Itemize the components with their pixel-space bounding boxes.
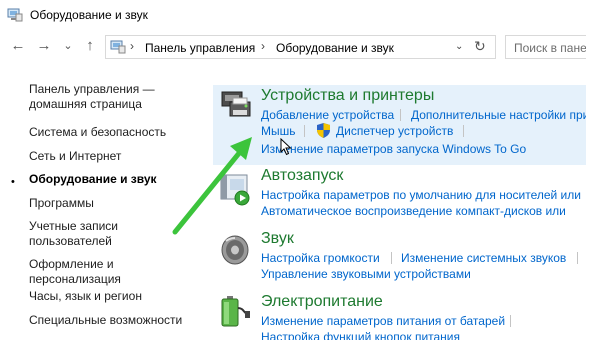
link-power-buttons[interactable]: Настройка функций кнопок питания bbox=[261, 330, 460, 340]
battery-icon bbox=[221, 296, 250, 327]
link-mouse[interactable]: Мышь bbox=[261, 124, 296, 138]
sidebar-item-hardware: Оборудование и звук bbox=[29, 172, 157, 186]
search-placeholder: Поиск в панели bbox=[514, 41, 586, 55]
recent-locations-button[interactable]: ⌄ bbox=[58, 36, 78, 56]
navigation-bar: ← → ⌄ ↑ › Панель управления › Оборудован… bbox=[0, 32, 586, 62]
sidebar-item-clock-region[interactable]: Часы, язык и регион bbox=[29, 289, 142, 304]
forward-button[interactable]: → bbox=[34, 36, 54, 56]
up-button[interactable]: ↑ bbox=[80, 36, 100, 56]
link-windows-to-go[interactable]: Изменение параметров запуска Windows To … bbox=[261, 142, 526, 156]
torn-edge bbox=[0, 340, 599, 346]
mouse-cursor-icon bbox=[280, 138, 292, 156]
sidebar-item-security[interactable]: Система и безопасность bbox=[29, 125, 166, 140]
sidebar-item-programs[interactable]: Программы bbox=[29, 196, 94, 211]
link-add-device[interactable]: Добавление устройства bbox=[261, 108, 394, 122]
sidebar-item-home[interactable]: Панель управления — bbox=[29, 82, 155, 97]
link-system-sounds[interactable]: Изменение системных звуков bbox=[401, 251, 566, 265]
breadcrumb-hardware-sound[interactable]: Оборудование и звук bbox=[276, 41, 394, 55]
address-dropdown-button[interactable]: ⌄ bbox=[455, 41, 463, 52]
category-title-power[interactable]: Электропитание bbox=[261, 293, 383, 311]
breadcrumb-separator: › bbox=[130, 39, 134, 53]
category-title-devices[interactable]: Устройства и принтеры bbox=[261, 87, 434, 105]
control-panel-icon bbox=[110, 40, 126, 54]
address-bar[interactable]: › Панель управления › Оборудование и зву… bbox=[105, 35, 496, 59]
link-separator bbox=[510, 315, 511, 327]
link-separator bbox=[577, 252, 578, 264]
title-bar: Оборудование и звук bbox=[0, 0, 586, 30]
control-panel-window: Оборудование и звук ← → ⌄ ↑ › Панель упр… bbox=[0, 0, 586, 340]
sidebar-item-accounts[interactable]: Учетные записи bbox=[29, 219, 118, 234]
category-title-autoplay[interactable]: Автозапуск bbox=[261, 167, 343, 185]
sidebar-item-accessibility[interactable]: Специальные возможности bbox=[29, 313, 182, 328]
torn-edge bbox=[586, 0, 599, 346]
breadcrumb-control-panel[interactable]: Панель управления bbox=[145, 41, 255, 55]
link-advanced-printer[interactable]: Дополнительные настройки при bbox=[411, 108, 586, 122]
active-bullet: • bbox=[11, 176, 15, 188]
speaker-icon bbox=[221, 235, 249, 265]
shield-icon bbox=[317, 123, 330, 138]
link-autoplay-defaults[interactable]: Настройка параметров по умолчанию для но… bbox=[261, 188, 581, 202]
sidebar-item-home[interactable]: домашняя страница bbox=[29, 97, 142, 112]
link-volume[interactable]: Настройка громкости bbox=[261, 251, 380, 265]
link-autoplay-cd[interactable]: Автоматическое воспроизведение компакт-д… bbox=[261, 204, 566, 218]
control-panel-icon bbox=[7, 8, 23, 22]
breadcrumb-separator: › bbox=[261, 39, 265, 53]
window-title: Оборудование и звук bbox=[30, 8, 148, 22]
refresh-button[interactable]: ↻ bbox=[474, 38, 486, 55]
link-separator bbox=[400, 109, 401, 121]
sidebar-item-appearance[interactable]: Оформление и bbox=[29, 257, 114, 272]
search-input[interactable]: Поиск в панели bbox=[505, 35, 586, 59]
link-separator bbox=[304, 125, 305, 137]
sidebar-item-network[interactable]: Сеть и Интернет bbox=[29, 149, 121, 164]
sidebar-item-accounts[interactable]: пользователей bbox=[29, 234, 112, 249]
category-title-sound[interactable]: Звук bbox=[261, 230, 294, 248]
autoplay-icon bbox=[220, 174, 250, 206]
link-separator bbox=[463, 125, 464, 137]
sidebar-item-appearance[interactable]: персонализация bbox=[29, 272, 121, 287]
link-device-manager[interactable]: Диспетчер устройств bbox=[336, 124, 453, 138]
link-separator bbox=[391, 252, 392, 264]
printer-icon bbox=[221, 91, 251, 117]
link-battery-settings[interactable]: Изменение параметров питания от батарей bbox=[261, 314, 505, 328]
back-button[interactable]: ← bbox=[8, 36, 28, 56]
link-sound-devices[interactable]: Управление звуковыми устройствами bbox=[261, 267, 471, 281]
